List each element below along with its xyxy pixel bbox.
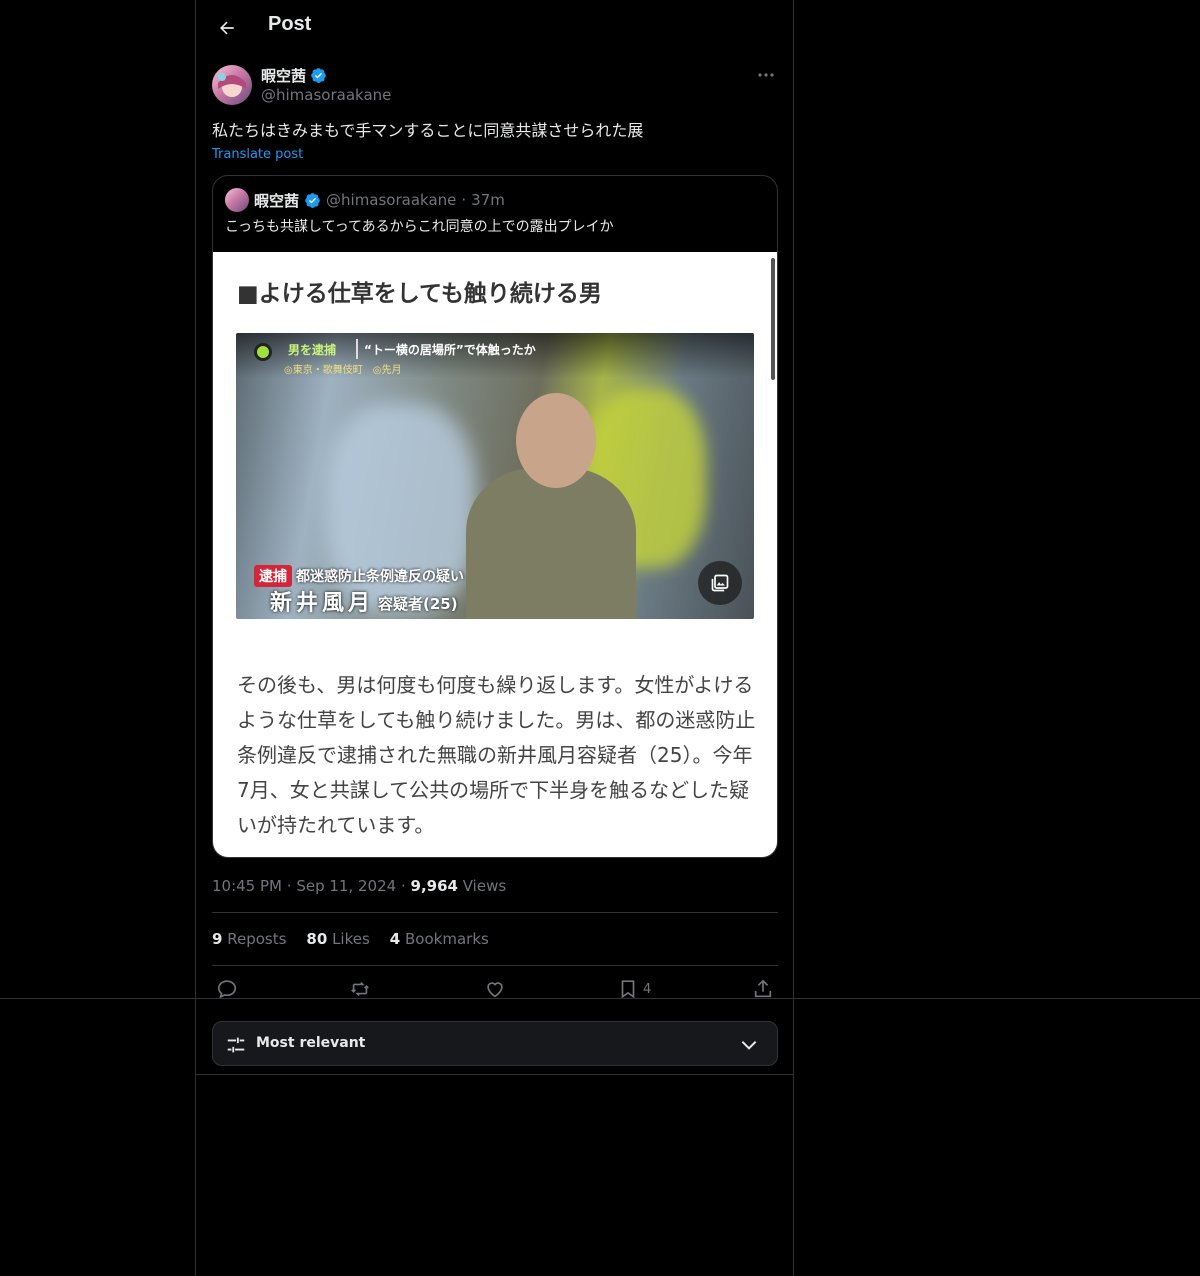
share-icon xyxy=(754,979,772,998)
reposts-stat[interactable]: 9 Reposts xyxy=(212,930,286,948)
reposts-label: Reposts xyxy=(227,930,287,948)
quoted-author-name[interactable]: 暇空茜 xyxy=(254,190,299,211)
ticker-location: ◎東京・歌舞伎町 ◎先月 xyxy=(284,365,402,376)
divider xyxy=(212,965,778,966)
views-count: 9,964 xyxy=(410,877,458,895)
reposts-count: 9 xyxy=(212,930,223,948)
author-name[interactable]: 暇空茜 xyxy=(261,65,327,86)
page-title: Post xyxy=(268,13,312,35)
reply-icon xyxy=(217,980,237,999)
repost-icon xyxy=(351,981,369,997)
photo-figure-head xyxy=(516,393,596,488)
separator-dot: · xyxy=(400,877,406,895)
more-dots-icon xyxy=(758,73,774,77)
heart-icon xyxy=(487,982,503,998)
post-meta: 10:45 PM · Sep 11, 2024 · 9,964 Views xyxy=(212,877,506,895)
live-dot-icon xyxy=(254,343,272,361)
translate-post-link[interactable]: Translate post xyxy=(212,147,303,162)
caption-line-1: 逮捕 都迷惑防止条例違反の疑い xyxy=(254,565,464,587)
media-scrollbar xyxy=(771,258,775,380)
more-options-button[interactable] xyxy=(755,67,777,83)
caption-role: 容疑者(25) xyxy=(378,595,458,613)
likes-label: Likes xyxy=(332,930,370,948)
quoted-post[interactable]: 暇空茜 @himasoraakane · 37m こっちも共謀してってあるからこ… xyxy=(212,175,778,858)
post-stats: 9 Reposts 80 Likes 4 Bookmarks xyxy=(212,930,489,948)
sort-label: Most relevant xyxy=(256,1035,366,1051)
bookmarks-count: 4 xyxy=(389,930,401,948)
verified-badge-icon xyxy=(311,68,326,83)
quoted-post-time[interactable]: 37m xyxy=(471,191,505,209)
ticker-label: 男を逮捕 xyxy=(288,343,337,357)
post-text: 私たちはきみまもで手マンすることに同意共謀させられた展 xyxy=(212,121,644,140)
chevron-down-icon xyxy=(741,1040,757,1050)
quoted-media-image[interactable]: ■よける仕草をしても触り続ける男 男を逮捕 “トー横の居場所”で体触ったか ◎東… xyxy=(213,252,777,857)
separator-dot: · xyxy=(461,191,467,209)
arrow-left-icon xyxy=(220,21,234,35)
ticker-headline: “トー横の居場所”で体触ったか xyxy=(364,343,536,357)
likes-stat[interactable]: 80 Likes xyxy=(306,930,369,948)
author-name-text: 暇空茜 xyxy=(261,67,307,85)
post-time[interactable]: 10:45 PM xyxy=(212,877,282,895)
top-bar: Post xyxy=(196,0,793,55)
verified-badge-icon xyxy=(305,192,320,208)
quoted-avatar[interactable] xyxy=(225,188,249,212)
divider xyxy=(212,912,778,913)
news-photo: 男を逮捕 “トー横の居場所”で体触ったか ◎東京・歌舞伎町 ◎先月 逮捕 都迷惑… xyxy=(236,333,754,619)
back-button[interactable] xyxy=(212,13,242,43)
bookmark-icon xyxy=(621,980,635,999)
horizontal-rule xyxy=(0,998,1200,999)
author-handle[interactable]: @himasoraakane xyxy=(261,86,391,104)
bookmarks-label: Bookmarks xyxy=(405,930,489,948)
photo-figure-body xyxy=(466,468,636,619)
avatar-illustration-icon xyxy=(218,73,246,97)
horizontal-rule xyxy=(195,1074,794,1075)
quoted-post-text: こっちも共謀してってあるからこれ同意の上での露出プレイか xyxy=(225,219,614,235)
post-date[interactable]: Sep 11, 2024 xyxy=(296,877,396,895)
caption-tag: 逮捕 xyxy=(254,565,292,587)
views-label: Views xyxy=(462,877,507,895)
ticker-divider xyxy=(356,339,358,359)
gallery-button[interactable] xyxy=(698,561,742,605)
article-body: その後も、男は何度も何度も繰り返します。女性がよけるような仕草をしても触り続けま… xyxy=(237,673,756,837)
gallery-icon xyxy=(711,574,729,592)
main-column: Post 暇空茜 @himasoraakane 私たちはきみまもで手マンすること… xyxy=(195,0,794,1276)
likes-count: 80 xyxy=(306,930,328,948)
caption-line-2: 新井風月 容疑者(25) xyxy=(270,585,458,617)
avatar[interactable] xyxy=(212,65,252,105)
bookmark-count: 4 xyxy=(643,981,652,997)
post-author: 暇空茜 @himasoraakane xyxy=(212,65,777,107)
article-heading: ■よける仕草をしても触り続ける男 xyxy=(237,281,602,307)
caption-charge: 都迷惑防止条例違反の疑い xyxy=(296,569,464,585)
sliders-icon xyxy=(227,1037,245,1053)
separator-dot: · xyxy=(286,877,292,895)
caption-name: 新井風月 xyxy=(270,591,375,616)
quoted-author-handle[interactable]: @himasoraakane xyxy=(326,191,456,209)
reply-sort-dropdown[interactable]: Most relevant xyxy=(212,1021,778,1066)
quoted-post-header: 暇空茜 @himasoraakane · 37m xyxy=(225,188,505,212)
bookmarks-stat[interactable]: 4 Bookmarks xyxy=(390,930,489,948)
news-ticker: 男を逮捕 “トー横の居場所”で体触ったか ◎東京・歌舞伎町 ◎先月 xyxy=(236,333,754,378)
